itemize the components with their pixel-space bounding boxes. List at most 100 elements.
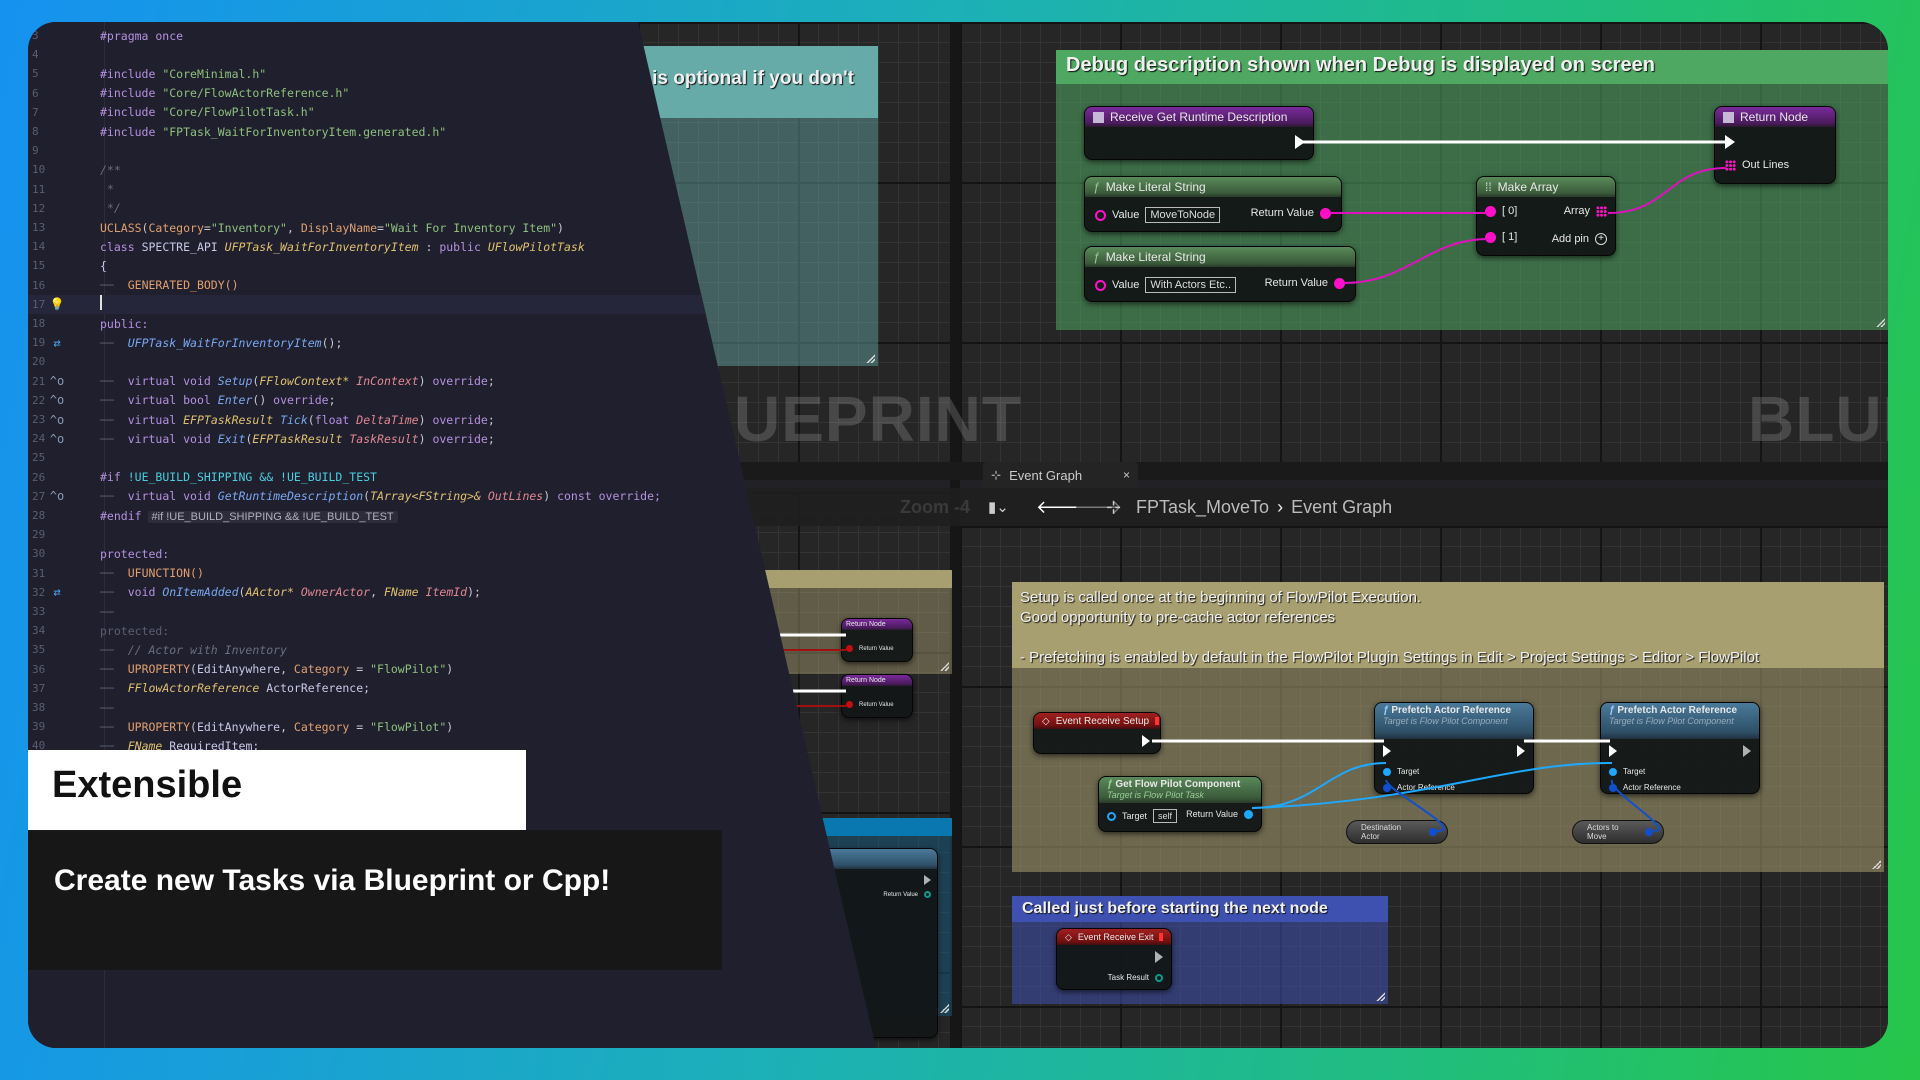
- code-token: bool: [183, 393, 211, 408]
- tab-event-graph[interactable]: ⊹ Event Graph ×: [983, 462, 1138, 488]
- code-token: FFlowActorReference: [127, 681, 260, 696]
- variable-out-pin[interactable]: [1429, 828, 1437, 836]
- override-icon[interactable]: ^o: [48, 432, 66, 446]
- resize-handle-icon[interactable]: [939, 1003, 949, 1013]
- override-icon[interactable]: ^o: [48, 413, 66, 427]
- delegate-pin-icon[interactable]: [1155, 717, 1160, 725]
- add-pin-icon[interactable]: +: [1595, 233, 1607, 245]
- implements-icon[interactable]: ⇄: [48, 585, 66, 599]
- lightbulb-icon[interactable]: 💡: [48, 297, 66, 311]
- code-token: virtual: [127, 374, 177, 389]
- code-token: #include: [100, 66, 156, 81]
- resize-handle-icon[interactable]: [865, 353, 875, 363]
- line-number: 14: [32, 240, 46, 254]
- node-return-top[interactable]: Return Node Out Lines: [1714, 106, 1836, 184]
- string-out-pin[interactable]: [1320, 207, 1331, 219]
- node-title: Make Literal String: [1105, 250, 1206, 264]
- string-out-pin[interactable]: [1334, 277, 1345, 289]
- exec-out-pin[interactable]: [1517, 745, 1525, 757]
- node-make-array[interactable]: ⁞⁞ Make Array [ 0] [ 1] Array Add pin +: [1476, 176, 1616, 256]
- delegate-pin-icon[interactable]: [1159, 933, 1164, 941]
- target-in-pin[interactable]: [1383, 767, 1391, 776]
- target-in-pin[interactable]: [1107, 811, 1116, 821]
- node-event-receive-exit[interactable]: ◇ Event Receive Exit Task Result: [1056, 928, 1172, 990]
- pin-label: Return Value: [1250, 207, 1314, 219]
- code-token: UCLASS: [100, 220, 142, 235]
- actor-reference-in-pin[interactable]: [1383, 783, 1391, 792]
- variable-actors-to-move[interactable]: Actors to Move: [1572, 820, 1664, 844]
- node-left-return-2[interactable]: Return Node Return Value: [841, 674, 913, 718]
- target-in-pin[interactable]: [1609, 767, 1617, 776]
- variable-out-pin[interactable]: [1645, 828, 1653, 836]
- line-number: 34: [32, 624, 46, 638]
- line-number: 20: [32, 355, 46, 369]
- component-out-pin[interactable]: [1244, 809, 1253, 819]
- line-number: 26: [32, 470, 46, 484]
- exec-out-pin[interactable]: [1142, 735, 1150, 747]
- actor-reference-in-pin[interactable]: [1609, 783, 1617, 792]
- breadcrumb-item-graph[interactable]: Event Graph: [1291, 497, 1392, 518]
- pin-label: Array: [1563, 205, 1590, 217]
- node-subtitle: Target is Flow Pilot Component: [1609, 716, 1734, 726]
- code-line[interactable]: 39 ── UPROPERTY(EditAnywhere, Category = …: [28, 717, 876, 736]
- line-number: 8: [32, 125, 39, 138]
- code-token: "CoreMinimal.h": [162, 66, 267, 81]
- code-token: "FlowPilot": [370, 662, 447, 677]
- code-token: UPROPERTY: [127, 662, 191, 677]
- array-in-pin-0[interactable]: [1485, 205, 1496, 217]
- return-value-pin[interactable]: [846, 701, 853, 708]
- code-token: UPROPERTY: [127, 719, 191, 734]
- resize-handle-icon[interactable]: [1375, 991, 1385, 1001]
- exec-in-pin[interactable]: [1383, 745, 1391, 757]
- string-in-pin[interactable]: [1095, 209, 1106, 221]
- line-number: 30: [32, 547, 46, 561]
- array-in-pin[interactable]: [1725, 159, 1736, 171]
- variable-destination-actor[interactable]: Destination Actor: [1346, 820, 1448, 844]
- node-left-return-1[interactable]: Return Node Return Value: [841, 618, 913, 662]
- override-icon[interactable]: ^o: [48, 374, 66, 388]
- code-token: // Actor with Inventory: [127, 642, 287, 657]
- node-receive-get-runtime-description[interactable]: Receive Get Runtime Description: [1084, 106, 1314, 160]
- code-token: OnItemAdded: [162, 585, 239, 600]
- return-value-pin[interactable]: [846, 645, 853, 652]
- literal-value-input[interactable]: With Actors Etc..: [1145, 277, 1237, 293]
- target-self-input[interactable]: self: [1153, 809, 1178, 823]
- code-line[interactable]: 38 ──: [28, 698, 876, 717]
- bookmark-icon[interactable]: ▮⌄: [988, 498, 1009, 516]
- node-get-flow-pilot-component[interactable]: ƒ Get Flow Pilot Component Target is Flow…: [1098, 776, 1262, 832]
- node-event-receive-setup[interactable]: ◇ Event Receive Setup: [1033, 712, 1161, 754]
- close-tab-icon[interactable]: ×: [1123, 468, 1130, 482]
- resize-handle-icon[interactable]: [1871, 859, 1881, 869]
- pin-label: Return Value: [1186, 809, 1238, 819]
- return-value-pin[interactable]: [924, 891, 931, 898]
- exec-out-pin[interactable]: [1295, 135, 1305, 149]
- array-in-pin-1[interactable]: [1485, 231, 1496, 243]
- task-result-out-pin[interactable]: [1155, 973, 1163, 982]
- node-prefetch-actor-reference-2[interactable]: ƒ Prefetch Actor Reference Target is Flow…: [1600, 702, 1760, 794]
- override-icon[interactable]: ^o: [48, 489, 66, 503]
- pin-label: Task Result: [1107, 973, 1149, 982]
- exec-out-pin[interactable]: [1743, 745, 1751, 757]
- array-out-pin[interactable]: [1596, 205, 1607, 217]
- override-icon[interactable]: ^o: [48, 393, 66, 407]
- node-prefetch-actor-reference-1[interactable]: ƒ Prefetch Actor Reference Target is Flow…: [1374, 702, 1534, 794]
- resize-handle-icon[interactable]: [1875, 317, 1885, 327]
- implements-icon[interactable]: ⇄: [48, 336, 66, 350]
- exec-in-pin[interactable]: [1725, 135, 1735, 149]
- pin-label: Target: [1623, 767, 1646, 776]
- exec-in-pin[interactable]: [1609, 745, 1617, 757]
- resize-handle-icon[interactable]: [939, 661, 949, 671]
- breadcrumb-item-blueprint[interactable]: FPTask_MoveTo: [1136, 497, 1269, 518]
- code-token: OwnerActor: [300, 585, 371, 600]
- node-make-literal-string-1[interactable]: ƒ Make Literal String Value MoveToNode Ret…: [1084, 176, 1342, 232]
- exec-out-pin[interactable]: [924, 875, 931, 885]
- code-token: class: [100, 239, 135, 254]
- panel-splitter-horizontal[interactable]: [638, 462, 1888, 480]
- code-token: #endif: [100, 508, 142, 523]
- node-make-literal-string-2[interactable]: ƒ Make Literal String Value With Actors Et…: [1084, 246, 1356, 302]
- line-number: 28: [32, 509, 46, 522]
- line-number: 10: [32, 163, 46, 177]
- string-in-pin[interactable]: [1095, 279, 1106, 291]
- exec-out-pin[interactable]: [1155, 951, 1163, 963]
- literal-value-input[interactable]: MoveToNode: [1145, 207, 1221, 223]
